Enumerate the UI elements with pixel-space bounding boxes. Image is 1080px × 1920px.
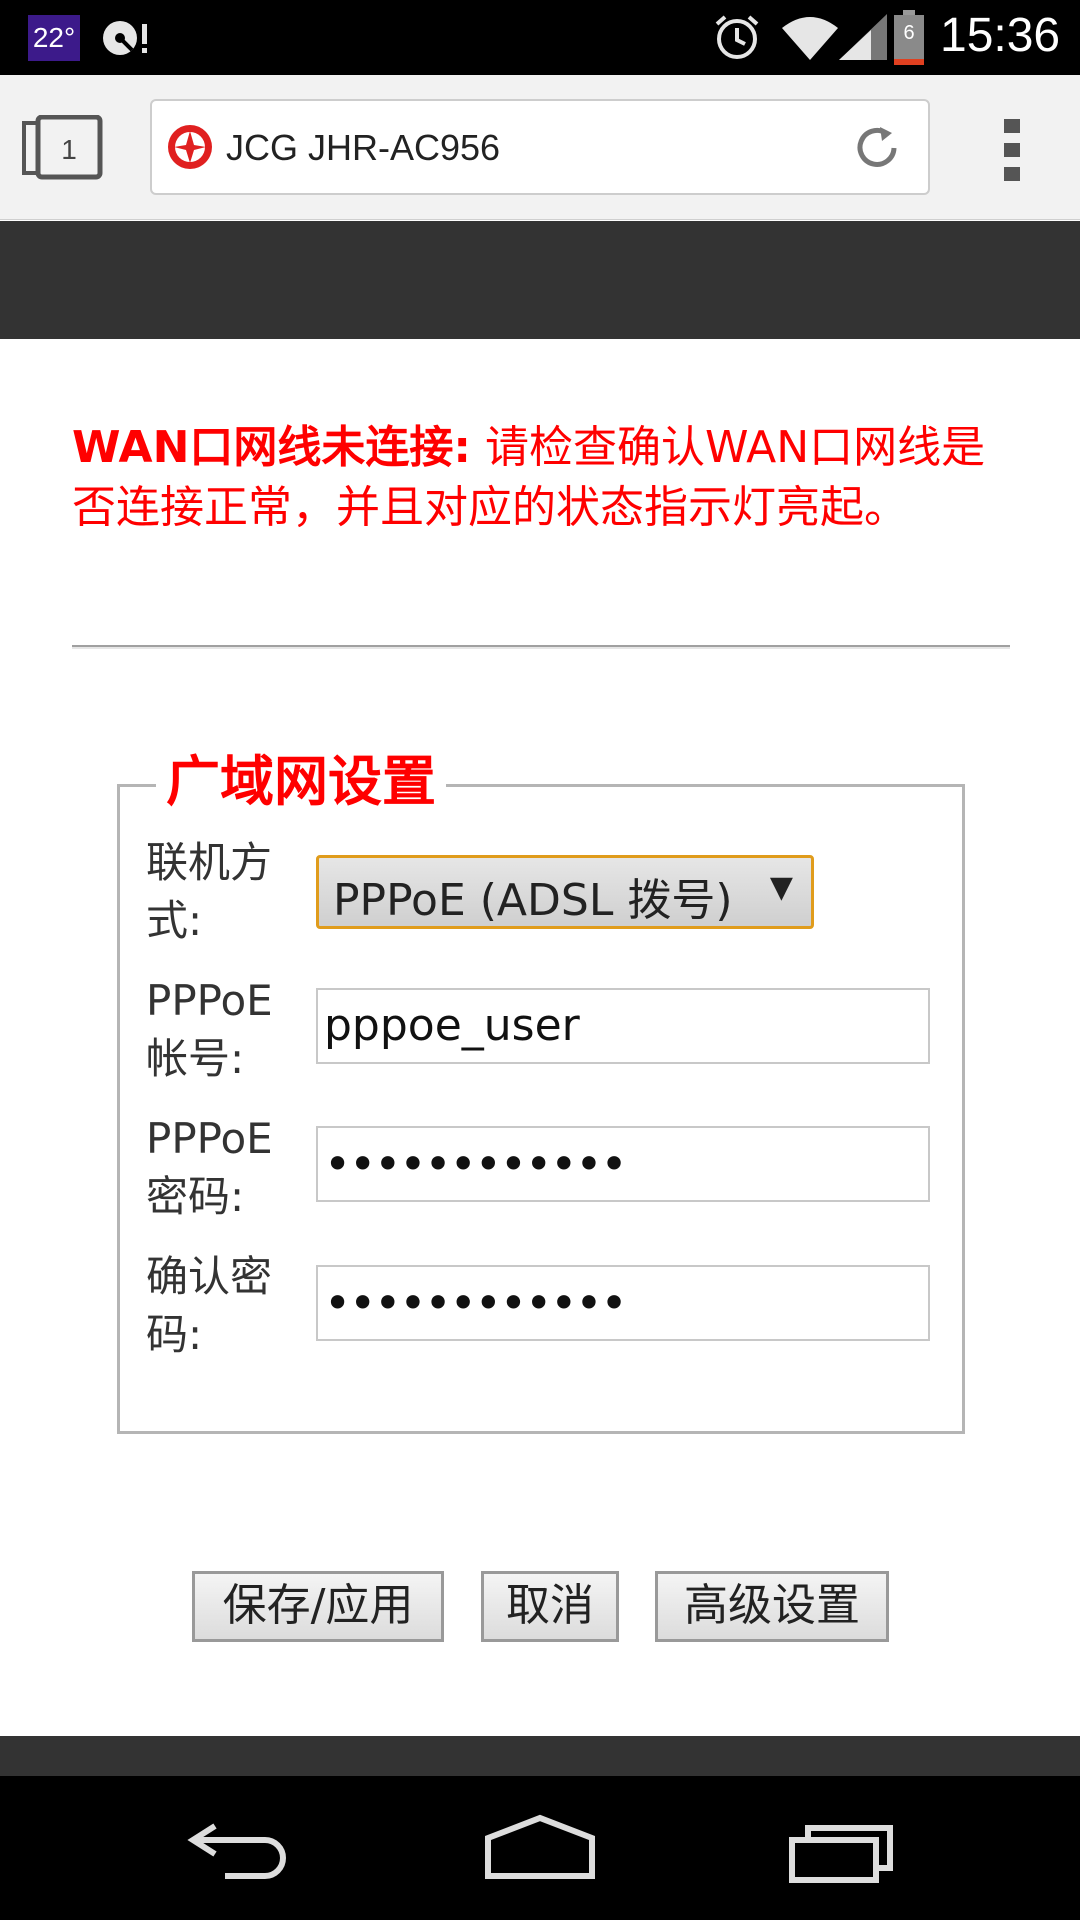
home-icon[interactable] — [482, 1812, 598, 1882]
page-header-band — [0, 221, 1080, 339]
alarm-icon — [715, 15, 759, 59]
divider — [72, 645, 1010, 649]
pppoe-account-label: PPPoE帐号: — [146, 976, 273, 1083]
dropdown-arrow-icon: ▼ — [769, 870, 793, 905]
page-footer-band — [0, 1736, 1080, 1776]
connection-type-select[interactable]: PPPoE (ADSL 拨号) ▼ — [316, 855, 814, 929]
pppoe-account-input[interactable]: pppoe_user — [316, 988, 930, 1064]
disc-notification-icon — [103, 21, 147, 55]
cancel-button[interactable]: 取消 — [481, 1571, 619, 1642]
address-bar[interactable]: JCG JHR-AC956 — [150, 99, 930, 195]
wan-warning-message: WAN口网线未连接: 请检查确认WAN口网线是否连接正常，并且对应的状态指示灯亮… — [72, 418, 1012, 538]
recent-apps-icon[interactable] — [788, 1816, 898, 1886]
save-apply-button[interactable]: 保存/应用 — [192, 1571, 444, 1642]
page-title-text: JCG JHR-AC956 — [226, 127, 501, 168]
back-icon[interactable] — [185, 1816, 295, 1886]
connection-type-value: PPPoE (ADSL 拨号) — [333, 875, 733, 926]
reload-icon[interactable] — [850, 121, 904, 175]
temperature-badge: 22° — [28, 15, 80, 61]
clock: 15:36 — [940, 9, 1061, 62]
wan-settings-fieldset: 广域网设置 联机方式: PPPoE (ADSL 拨号) ▼ PPPoE帐号: p… — [117, 747, 965, 1434]
overflow-menu-icon[interactable] — [992, 115, 1032, 185]
battery-level: 6 — [903, 22, 915, 44]
pppoe-password-label: PPPoE密码: — [146, 1114, 273, 1221]
status-bar: 22° 6 15:36 — [0, 0, 1080, 75]
navigation-bar — [0, 1776, 1080, 1920]
confirm-password-input[interactable]: •••••••••••• — [316, 1265, 930, 1341]
wan-settings-legend: 广域网设置 — [156, 747, 446, 817]
wifi-icon — [782, 17, 838, 60]
advanced-settings-button[interactable]: 高级设置 — [655, 1571, 889, 1642]
site-favicon-icon — [168, 125, 212, 169]
tab-count: 1 — [61, 134, 77, 165]
browser-toolbar: 1 JCG JHR-AC956 — [0, 75, 1080, 220]
warning-title: WAN口网线未连接: — [72, 422, 472, 473]
connection-type-label: 联机方式: — [146, 838, 273, 945]
tabs-icon: 1 — [22, 114, 103, 180]
confirm-password-label: 确认密码: — [146, 1252, 273, 1359]
tab-switcher-button[interactable]: 1 — [22, 114, 104, 181]
pppoe-password-input[interactable]: •••••••••••• — [316, 1126, 930, 1202]
cell-signal-icon — [839, 14, 887, 60]
